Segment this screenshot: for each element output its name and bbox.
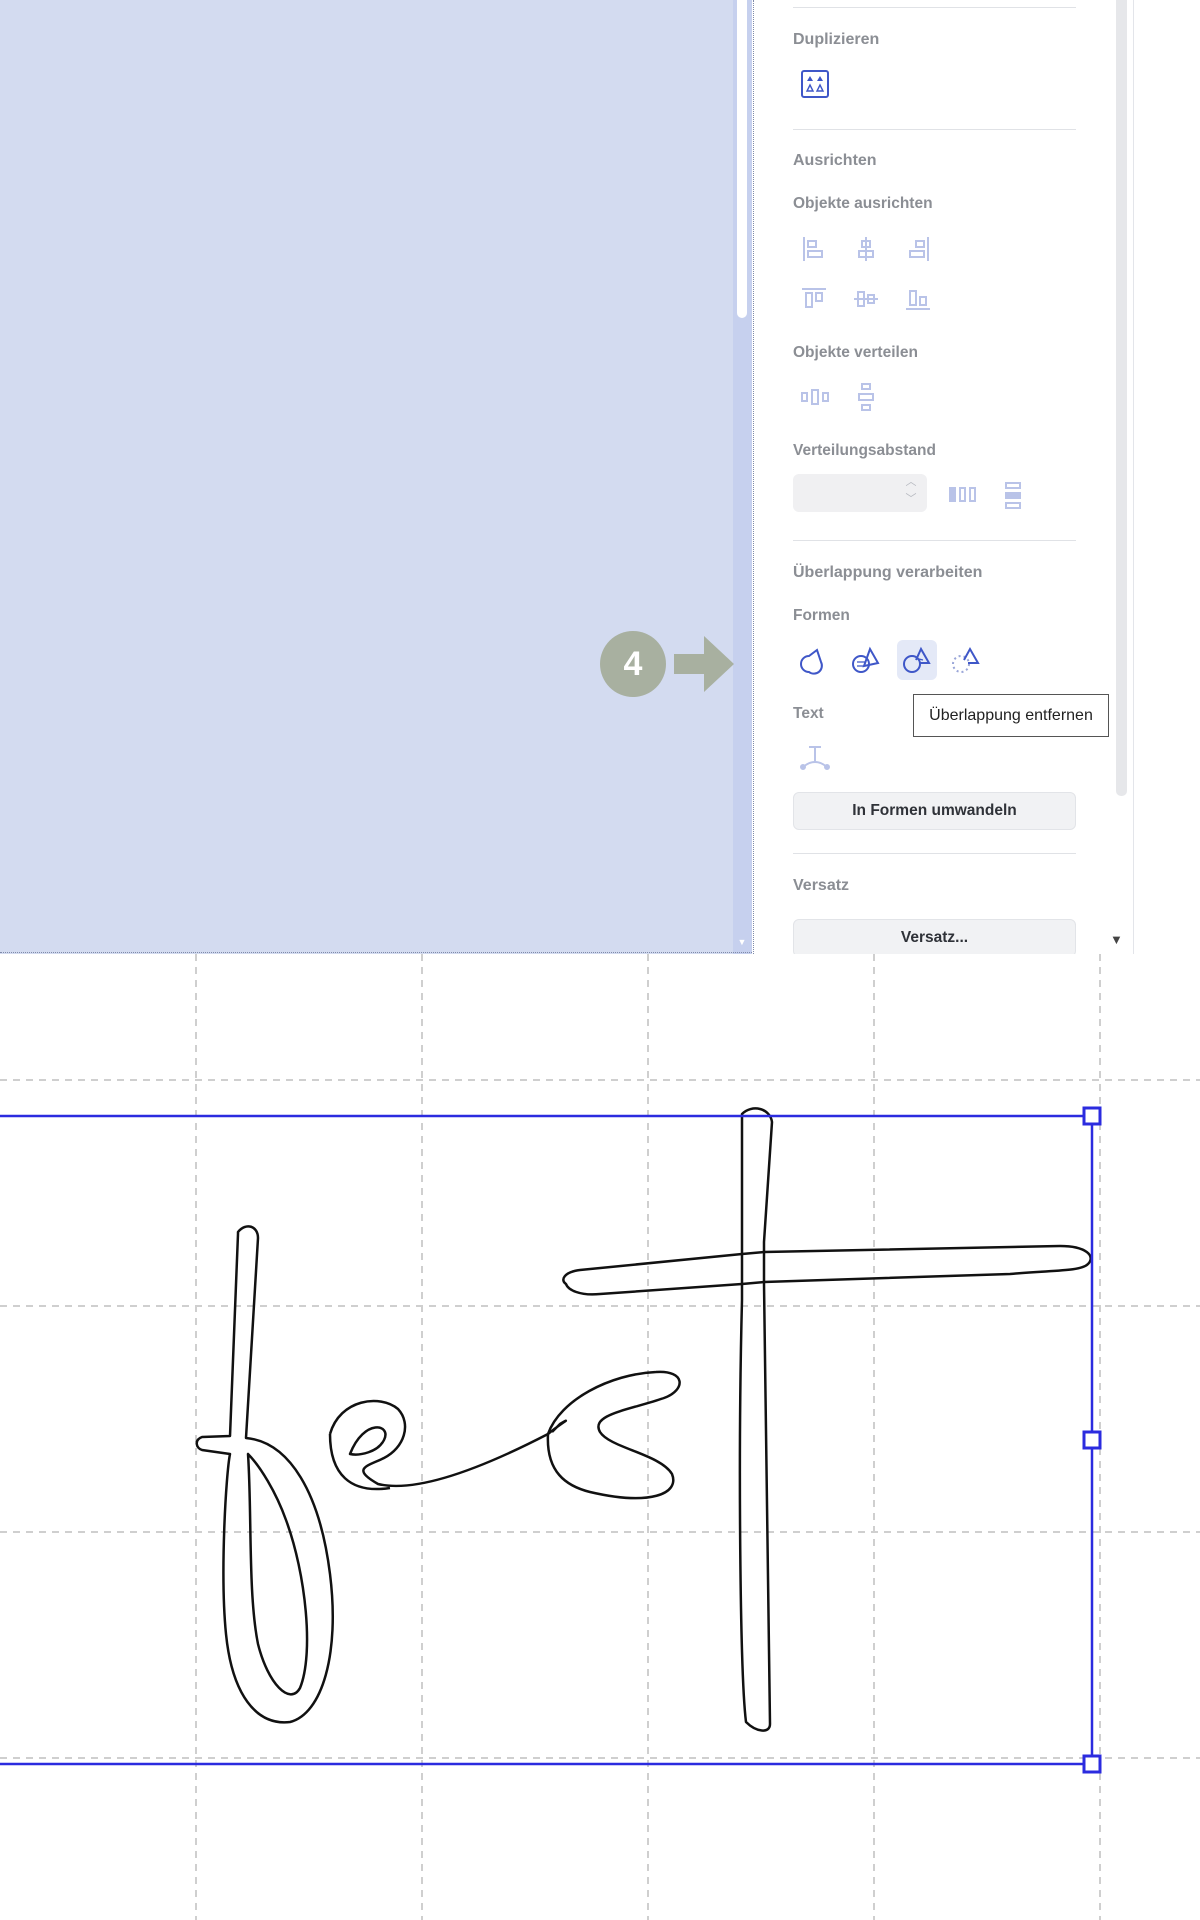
section-title-overlap: Überlappung verarbeiten [793,564,983,581]
duplicate-icon[interactable] [797,66,833,102]
handwritten-test-shape[interactable] [195,1107,1092,1732]
panel-edge [1133,0,1134,954]
design-canvas[interactable] [0,954,1200,1920]
distribute-horizontal-icon[interactable] [797,379,833,415]
divider [793,7,1076,8]
chevron-down-icon[interactable]: ﹀ [895,491,927,508]
align-bottom-icon[interactable] [900,281,936,317]
label-align-objects: Objekte ausrichten [793,195,933,212]
align-center-horizontal-icon[interactable] [848,231,884,267]
selection-box[interactable] [0,1106,1102,1774]
canvas-border-bottom [0,952,752,953]
section-title-duplicate: Duplizieren [793,31,880,48]
label-spacing: Verteilungsabstand [793,442,936,459]
tooltip: Überlappung entfernen [913,694,1109,737]
section-title-offset: Versatz [793,877,850,894]
align-left-icon[interactable] [796,231,832,267]
annotation-arrow-icon [674,636,734,692]
section-title-align: Ausrichten [793,152,877,169]
panel-scroll-down-icon[interactable]: ▼ [1110,932,1123,947]
text-on-path-icon[interactable] [797,741,833,777]
remove-overlap-icon[interactable] [897,640,937,680]
step-number-badge: 4 [600,631,666,697]
subtract-icon[interactable] [948,642,984,678]
canvas-scrollbar-thumb[interactable] [737,0,747,318]
align-middle-vertical-icon[interactable] [848,281,884,317]
align-right-icon[interactable] [900,231,936,267]
distribute-vertical-icon[interactable] [848,379,884,415]
spacing-stepper[interactable]: ︿ ﹀ [895,474,927,512]
divider [793,540,1076,541]
label-distribute-objects: Objekte verteilen [793,344,918,361]
offset-button[interactable]: Versatz... [793,919,1076,954]
app-window: ▼ ▼ Duplizieren Ausrichten Objekte ausri… [0,0,1200,954]
divider [793,129,1076,130]
resize-handle-bottom-right[interactable] [1082,1754,1102,1774]
canvas-border-right [753,0,754,954]
attach-icon[interactable] [848,642,884,678]
divider [793,853,1076,854]
design-canvas-background [0,0,752,954]
label-shapes: Formen [793,607,850,624]
grid [0,954,1200,1920]
convert-to-shapes-button[interactable]: In Formen umwandeln [793,792,1076,830]
label-text: Text [793,705,824,722]
canvas-svg [0,954,1200,1920]
canvas-scroll-down-arrow-icon[interactable]: ▼ [737,936,747,948]
weld-icon[interactable] [797,642,833,678]
chevron-up-icon[interactable]: ︿ [895,474,927,491]
resize-handle-right[interactable] [1082,1430,1102,1450]
align-top-icon[interactable] [796,281,832,317]
spacing-vertical-icon[interactable] [994,477,1030,513]
spacing-horizontal-icon[interactable] [944,477,980,513]
resize-handle-top-right[interactable] [1082,1106,1102,1126]
panel-scrollbar-thumb[interactable] [1116,0,1127,796]
